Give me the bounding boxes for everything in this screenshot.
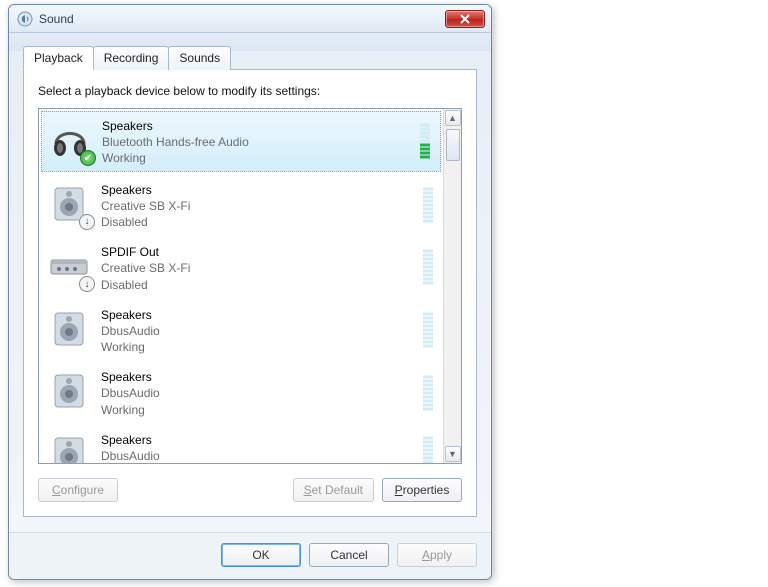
device-text: SpeakersDbusAudioWorking (101, 367, 160, 418)
device-item[interactable]: SpeakersDbusAudio (39, 424, 443, 463)
device-item[interactable]: ↓ SPDIF OutCreative SB X-FiDisabled (39, 236, 443, 299)
close-button[interactable] (445, 10, 485, 28)
close-icon (459, 14, 471, 24)
device-item[interactable]: SpeakersDbusAudioWorking (39, 299, 443, 362)
disabled-badge-icon: ↓ (79, 276, 95, 292)
device-name: Speakers (101, 307, 160, 323)
device-status: Disabled (101, 214, 190, 230)
properties-button[interactable]: Properties (382, 478, 462, 502)
btn-label: OK (252, 548, 269, 562)
titlebar[interactable]: Sound (9, 5, 491, 33)
set-default-button[interactable]: Set Default (293, 478, 374, 502)
speaker-icon: ↓ (45, 180, 93, 228)
panel-button-row: Configure Set Default Properties (38, 478, 462, 502)
disabled-badge-icon: ↓ (79, 214, 95, 230)
client-area: Playback Recording Sounds Select a playb… (9, 33, 491, 529)
btn-rest: et Default (312, 483, 363, 497)
device-text: SpeakersDbusAudio (101, 430, 160, 463)
spdif-icon: ↓ (45, 242, 93, 290)
device-status: Working (101, 402, 160, 418)
speaker-icon (45, 305, 93, 353)
device-text: SpeakersCreative SB X-FiDisabled (101, 180, 190, 231)
vu-meter (423, 375, 433, 410)
scroll-up-button[interactable]: ▲ (445, 110, 461, 126)
apply-button[interactable]: Apply (397, 543, 477, 567)
device-status: Disabled (101, 277, 190, 293)
window-title: Sound (39, 12, 445, 26)
sound-dialog: Sound Playback Recording Sounds Select a… (8, 4, 492, 580)
device-name: SPDIF Out (101, 244, 190, 260)
device-list-container: ✔SpeakersBluetooth Hands-free AudioWorki… (38, 108, 462, 464)
device-text: SPDIF OutCreative SB X-FiDisabled (101, 242, 190, 293)
tab-label: Playback (34, 51, 83, 65)
device-name: Speakers (101, 369, 160, 385)
device-item[interactable]: SpeakersDbusAudioWorking (39, 361, 443, 424)
tab-recording[interactable]: Recording (93, 46, 170, 70)
sound-icon (17, 11, 33, 27)
configure-button[interactable]: Configure (38, 478, 118, 502)
device-desc: Bluetooth Hands-free Audio (102, 134, 249, 150)
scroll-thumb[interactable] (446, 129, 460, 161)
device-desc: Creative SB X-Fi (101, 198, 190, 214)
tab-sounds[interactable]: Sounds (168, 46, 231, 70)
tabstrip: Playback Recording Sounds (23, 46, 477, 70)
dialog-button-row: OK Cancel Apply (9, 532, 491, 579)
speaker-icon (45, 430, 93, 463)
vu-meter (420, 124, 430, 159)
btn-rest: onfigure (61, 483, 104, 497)
tab-playback[interactable]: Playback (23, 46, 94, 70)
device-name: Speakers (101, 432, 160, 448)
device-desc: DbusAudio (101, 385, 160, 401)
device-desc: DbusAudio (101, 448, 160, 463)
instruction-text: Select a playback device below to modify… (38, 84, 462, 98)
vu-meter (423, 436, 433, 463)
device-status: Working (101, 339, 160, 355)
device-name: Speakers (101, 182, 190, 198)
vu-meter (423, 312, 433, 347)
device-desc: DbusAudio (101, 323, 160, 339)
device-list[interactable]: ✔SpeakersBluetooth Hands-free AudioWorki… (39, 109, 443, 463)
tab-panel-playback: Select a playback device below to modify… (23, 69, 477, 517)
tab-label: Sounds (179, 51, 220, 65)
headphones-icon: ✔ (46, 116, 94, 164)
speaker-icon (45, 367, 93, 415)
device-item[interactable]: ✔ SpeakersBluetooth Hands-free AudioWorki… (41, 111, 441, 172)
device-status: Working (102, 150, 249, 166)
device-desc: Creative SB X-Fi (101, 260, 190, 276)
vu-meter (423, 250, 433, 285)
device-name: Speakers (102, 118, 249, 134)
scroll-down-button[interactable]: ▼ (445, 446, 461, 462)
device-text: SpeakersBluetooth Hands-free AudioWorkin… (102, 116, 249, 167)
btn-rest: pply (430, 548, 452, 562)
vu-meter (423, 187, 433, 222)
default-device-badge-icon: ✔ (80, 150, 96, 166)
scrollbar[interactable]: ▲ ▼ (443, 109, 461, 463)
tab-label: Recording (104, 51, 159, 65)
btn-rest: roperties (403, 483, 450, 497)
device-text: SpeakersDbusAudioWorking (101, 305, 160, 356)
cancel-button[interactable]: Cancel (309, 543, 389, 567)
ok-button[interactable]: OK (221, 543, 301, 567)
btn-label: Cancel (330, 548, 367, 562)
device-item[interactable]: ↓ SpeakersCreative SB X-FiDisabled (39, 174, 443, 237)
